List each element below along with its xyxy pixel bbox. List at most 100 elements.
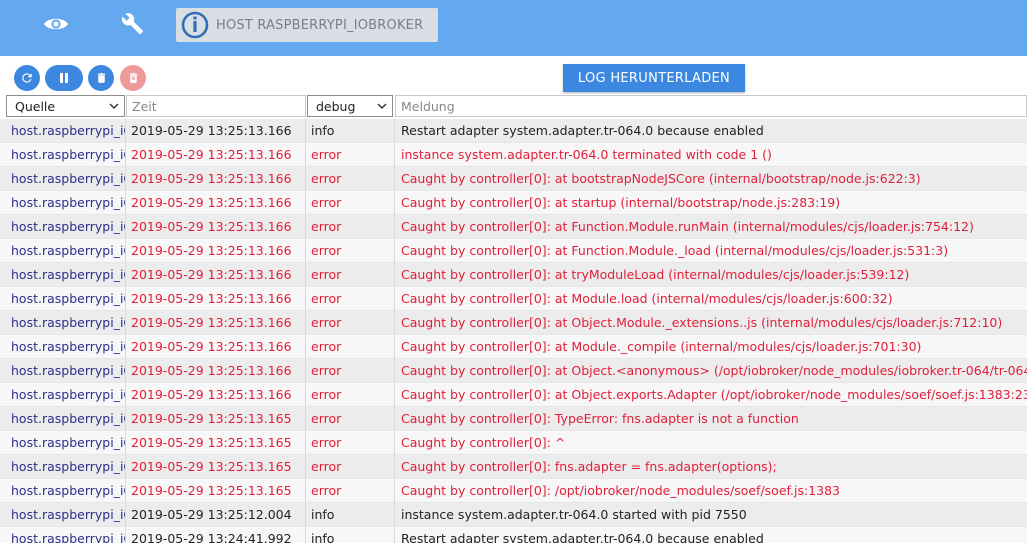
- filter-row: Quelle debug: [0, 94, 1027, 119]
- log-severity: info: [306, 119, 395, 142]
- log-time: 2019-05-29 13:25:13.166: [126, 263, 306, 286]
- eye-icon[interactable]: [34, 6, 78, 42]
- log-time: 2019-05-29 13:25:13.166: [126, 143, 306, 166]
- clear-log-button[interactable]: [120, 65, 146, 91]
- log-source: host.raspberrypi_iOBroker: [0, 527, 126, 543]
- log-source: host.raspberrypi_iOBroker: [0, 503, 126, 526]
- log-time: 2019-05-29 13:25:13.166: [126, 167, 306, 190]
- log-source: host.raspberrypi_iOBroker: [0, 335, 126, 358]
- log-row: host.raspberrypi_iOBroker2019-05-29 13:2…: [0, 167, 1027, 191]
- log-severity: error: [306, 335, 395, 358]
- pause-button[interactable]: [45, 65, 83, 91]
- log-source: host.raspberrypi_iOBroker: [0, 287, 126, 310]
- log-row: host.raspberrypi_iOBroker2019-05-29 13:2…: [0, 527, 1027, 543]
- log-message: Caught by controller[0]: at Function.Mod…: [401, 219, 974, 234]
- severity-filter-select[interactable]: debug: [307, 95, 393, 117]
- log-time: 2019-05-29 13:25:13.165: [126, 407, 306, 430]
- log-message: Caught by controller[0]: at Object.<anon…: [401, 363, 1027, 378]
- log-message: Restart adapter system.adapter.tr-064.0 …: [401, 123, 764, 138]
- log-time: 2019-05-29 13:25:13.166: [126, 335, 306, 358]
- log-severity: info: [306, 527, 395, 543]
- host-selector[interactable]: HOST RASPBERRYPI_IOBROKER: [176, 8, 438, 42]
- wrench-icon[interactable]: [111, 6, 155, 42]
- log-source: host.raspberrypi_iOBroker: [0, 383, 126, 406]
- log-time: 2019-05-29 13:25:13.166: [126, 239, 306, 262]
- log-severity: error: [306, 143, 395, 166]
- log-source: host.raspberrypi_iOBroker: [0, 407, 126, 430]
- log-message: Caught by controller[0]: at Function.Mod…: [401, 243, 949, 258]
- log-row: host.raspberrypi_iOBroker2019-05-29 13:2…: [0, 359, 1027, 383]
- log-row: host.raspberrypi_iOBroker2019-05-29 13:2…: [0, 503, 1027, 527]
- source-filter-value: Quelle: [15, 98, 56, 114]
- log-severity: error: [306, 191, 395, 214]
- log-severity: error: [306, 479, 395, 502]
- log-time: 2019-05-29 13:25:13.166: [126, 215, 306, 238]
- log-row: host.raspberrypi_iOBroker2019-05-29 13:2…: [0, 263, 1027, 287]
- log-row: host.raspberrypi_iOBroker2019-05-29 13:2…: [0, 431, 1027, 455]
- log-row: host.raspberrypi_iOBroker2019-05-29 13:2…: [0, 143, 1027, 167]
- log-source: host.raspberrypi_iOBroker: [0, 215, 126, 238]
- log-severity: error: [306, 407, 395, 430]
- log-source: host.raspberrypi_iOBroker: [0, 311, 126, 334]
- log-message: Caught by controller[0]: at Module._comp…: [401, 339, 922, 354]
- refresh-icon: [22, 73, 32, 83]
- chevron-down-icon: [109, 103, 119, 109]
- delete-button[interactable]: [88, 65, 114, 91]
- log-row: host.raspberrypi_iOBroker2019-05-29 13:2…: [0, 335, 1027, 359]
- log-time: 2019-05-29 13:25:13.165: [126, 455, 306, 478]
- log-severity: error: [306, 311, 395, 334]
- log-message: Caught by controller[0]: fns.adapter = f…: [401, 459, 777, 474]
- message-filter-input[interactable]: [395, 95, 1027, 117]
- log-source: host.raspberrypi_iOBroker: [0, 359, 126, 382]
- host-label: HOST RASPBERRYPI_IOBROKER: [216, 17, 424, 33]
- time-filter-input[interactable]: [126, 95, 306, 117]
- log-severity: info: [306, 503, 395, 526]
- log-source: host.raspberrypi_iOBroker: [0, 239, 126, 262]
- log-source: host.raspberrypi_iOBroker: [0, 479, 126, 502]
- download-log-button[interactable]: LOG HERUNTERLADEN: [563, 64, 745, 92]
- log-time: 2019-05-29 13:24:41.992: [126, 527, 306, 543]
- log-message: Caught by controller[0]: at bootstrapNod…: [401, 171, 921, 186]
- log-message: Caught by controller[0]: ^: [401, 435, 566, 450]
- log-message: Caught by controller[0]: at tryModuleLoa…: [401, 267, 910, 282]
- log-row: host.raspberrypi_iOBroker2019-05-29 13:2…: [0, 287, 1027, 311]
- log-severity: error: [306, 431, 395, 454]
- log-source: host.raspberrypi_iOBroker: [0, 167, 126, 190]
- log-message: Caught by controller[0]: TypeError: fns.…: [401, 411, 799, 426]
- log-row: host.raspberrypi_iOBroker2019-05-29 13:2…: [0, 119, 1027, 143]
- log-message: Caught by controller[0]: at startup (int…: [401, 195, 841, 210]
- log-time: 2019-05-29 13:25:13.165: [126, 479, 306, 502]
- log-severity: error: [306, 359, 395, 382]
- log-time: 2019-05-29 13:25:13.166: [126, 311, 306, 334]
- log-toolbar: LOG HERUNTERLADEN: [0, 56, 1027, 94]
- log-row: host.raspberrypi_iOBroker2019-05-29 13:2…: [0, 407, 1027, 431]
- log-source: host.raspberrypi_iOBroker: [0, 263, 126, 286]
- chevron-down-icon: [377, 103, 387, 109]
- iobroker-logo-icon: [181, 11, 209, 39]
- log-row: host.raspberrypi_iOBroker2019-05-29 13:2…: [0, 311, 1027, 335]
- log-row: host.raspberrypi_iOBroker2019-05-29 13:2…: [0, 191, 1027, 215]
- log-severity: error: [306, 167, 395, 190]
- refresh-button[interactable]: [14, 65, 40, 91]
- log-message: Caught by controller[0]: at Object.Modul…: [401, 315, 1003, 330]
- log-severity: error: [306, 287, 395, 310]
- log-time: 2019-05-29 13:25:13.166: [126, 383, 306, 406]
- log-source: host.raspberrypi_iOBroker: [0, 119, 126, 142]
- severity-filter-value: debug: [316, 98, 356, 114]
- log-time: 2019-05-29 13:25:13.166: [126, 119, 306, 142]
- log-source: host.raspberrypi_iOBroker: [0, 455, 126, 478]
- log-time: 2019-05-29 13:25:13.166: [126, 287, 306, 310]
- log-severity: error: [306, 239, 395, 262]
- pause-icon: [60, 73, 68, 83]
- log-severity: error: [306, 383, 395, 406]
- source-filter-select[interactable]: Quelle: [6, 95, 125, 117]
- log-message: instance system.adapter.tr-064.0 started…: [401, 507, 747, 522]
- log-severity: error: [306, 263, 395, 286]
- trash-icon: [97, 73, 105, 83]
- log-time: 2019-05-29 13:25:13.166: [126, 359, 306, 382]
- log-row: host.raspberrypi_iOBroker2019-05-29 13:2…: [0, 383, 1027, 407]
- log-time: 2019-05-29 13:25:12.004: [126, 503, 306, 526]
- log-row: host.raspberrypi_iOBroker2019-05-29 13:2…: [0, 239, 1027, 263]
- log-message: Caught by controller[0]: at Object.expor…: [401, 387, 1027, 402]
- log-message: Caught by controller[0]: at Module.load …: [401, 291, 893, 306]
